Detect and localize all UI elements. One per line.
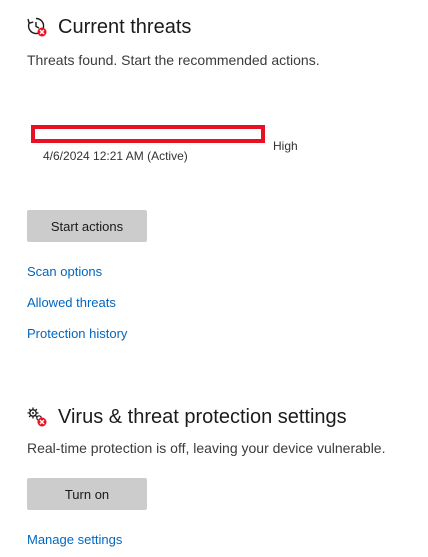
history-alert-icon (26, 16, 48, 38)
threat-date: 4/6/2024 12:21 AM (Active) (43, 149, 188, 163)
start-actions-button[interactable]: Start actions (27, 210, 147, 242)
threat-severity: High (273, 139, 298, 153)
protection-settings-title: Virus & threat protection settings (58, 406, 347, 428)
allowed-threats-link[interactable]: Allowed threats (27, 295, 116, 310)
protection-history-link[interactable]: Protection history (27, 326, 127, 341)
threats-description: Threats found. Start the recommended act… (27, 52, 320, 68)
gears-alert-icon (26, 406, 48, 428)
manage-settings-link[interactable]: Manage settings (27, 532, 122, 547)
scan-options-link[interactable]: Scan options (27, 264, 102, 279)
current-threats-title: Current threats (58, 16, 192, 38)
turn-on-button[interactable]: Turn on (27, 478, 147, 510)
threat-name-redacted (31, 125, 265, 143)
protection-settings-description: Real-time protection is off, leaving you… (27, 440, 386, 456)
